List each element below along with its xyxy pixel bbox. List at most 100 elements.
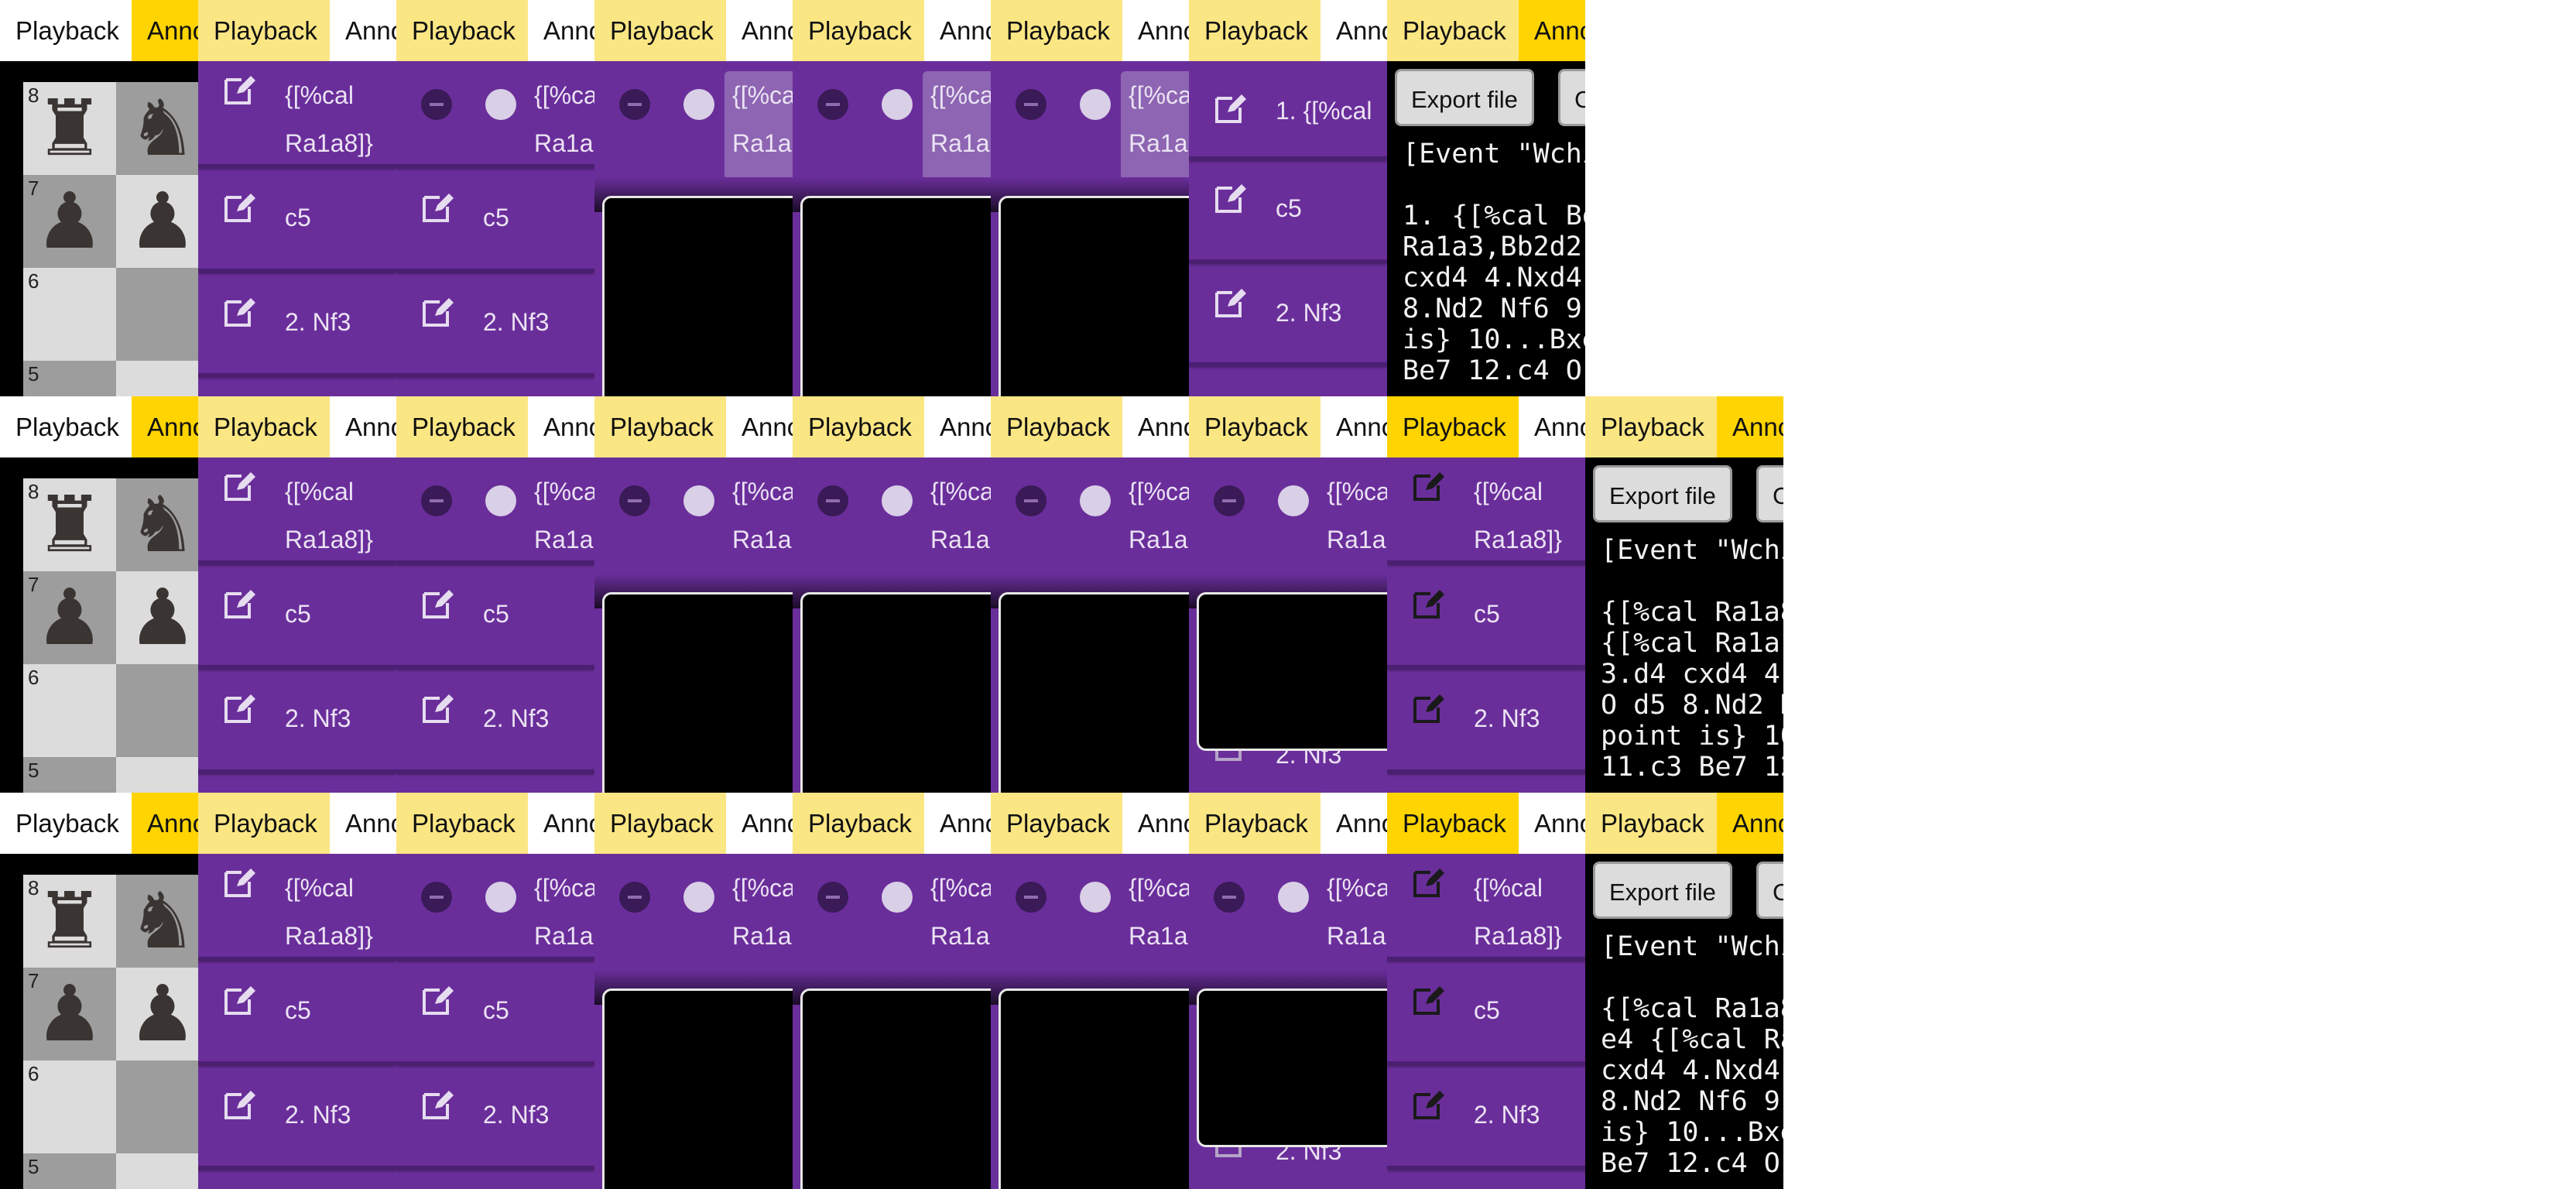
- move-row[interactable]: 2. Nf3: [396, 1065, 594, 1166]
- move-row[interactable]: 1. {[%cal: [1189, 61, 1387, 156]
- tab-playback[interactable]: Playback: [991, 0, 1122, 61]
- tab-annotate[interactable]: Annotate: [132, 0, 198, 61]
- tab-annotate[interactable]: Annotate: [924, 0, 991, 61]
- board-square[interactable]: [116, 1061, 198, 1153]
- arrow-dialog[interactable]: [800, 196, 991, 396]
- move-row[interactable]: 2. Nf3: [396, 272, 594, 373]
- chess-piece-rook[interactable]: ♜: [23, 82, 116, 175]
- tab-playback[interactable]: Playback: [1387, 793, 1519, 854]
- edit-icon[interactable]: [221, 190, 257, 225]
- tab-annotate[interactable]: Annotate: [1122, 396, 1189, 457]
- tab-annotate[interactable]: Annotate: [1122, 0, 1189, 61]
- tab-annotate[interactable]: Annotate: [132, 793, 198, 854]
- circle-icon[interactable]: [1278, 485, 1309, 516]
- move-row[interactable]: c5: [396, 564, 594, 665]
- tab-playback[interactable]: Playback: [0, 0, 132, 61]
- tab-playback[interactable]: Playback: [991, 396, 1122, 457]
- copy-button[interactable]: C: [1756, 465, 1783, 523]
- tab-annotate[interactable]: Annotate: [1519, 793, 1585, 854]
- tab-annotate[interactable]: Annotate: [1122, 793, 1189, 854]
- tab-playback[interactable]: Playback: [198, 396, 330, 457]
- tab-annotate[interactable]: Annotate: [1321, 396, 1387, 457]
- export-file-button[interactable]: Export file: [1395, 69, 1534, 126]
- board-square[interactable]: ♟: [116, 968, 198, 1061]
- circle-icon[interactable]: [683, 89, 714, 120]
- tab-playback[interactable]: Playback: [396, 793, 528, 854]
- tab-annotate[interactable]: Annotate: [924, 793, 991, 854]
- circle-icon[interactable]: [485, 89, 516, 120]
- remove-arrow-icon[interactable]: [421, 882, 452, 913]
- tab-annotate[interactable]: Annotate: [726, 793, 793, 854]
- tab-playback[interactable]: Playback: [991, 793, 1122, 854]
- board-square[interactable]: ♞: [116, 875, 198, 968]
- chess-piece-pawn[interactable]: ♟: [116, 571, 198, 664]
- remove-arrow-icon[interactable]: [1016, 485, 1046, 516]
- circle-icon[interactable]: [1080, 89, 1111, 120]
- move-row[interactable]: 2. Nf3: [198, 1065, 396, 1166]
- chess-piece-rook[interactable]: ♜: [23, 875, 116, 968]
- arrow-dialog[interactable]: [800, 592, 991, 793]
- remove-arrow-icon[interactable]: [1214, 882, 1245, 913]
- circle-icon[interactable]: [485, 485, 516, 516]
- move-row[interactable]: c5: [396, 961, 594, 1061]
- move-row[interactable]: c5: [396, 168, 594, 269]
- board-square[interactable]: 8 ♜: [23, 478, 116, 571]
- circle-icon[interactable]: [1278, 882, 1309, 913]
- tab-annotate[interactable]: Annotate: [528, 793, 594, 854]
- remove-arrow-icon[interactable]: [619, 485, 650, 516]
- move-row[interactable]: {[%cal Ra1a8]}: [198, 457, 396, 560]
- circle-icon[interactable]: [1080, 485, 1111, 516]
- tab-playback[interactable]: Playback: [793, 0, 924, 61]
- edit-icon[interactable]: [420, 586, 455, 622]
- board-square[interactable]: [116, 664, 198, 757]
- tab-playback[interactable]: Playback: [1387, 0, 1519, 61]
- remove-arrow-icon[interactable]: [619, 882, 650, 913]
- chess-piece-pawn[interactable]: ♟: [116, 968, 198, 1061]
- remove-arrow-icon[interactable]: [421, 485, 452, 516]
- board-square[interactable]: ♞: [116, 82, 198, 175]
- tab-playback[interactable]: Playback: [1585, 396, 1717, 457]
- edit-icon[interactable]: [221, 72, 257, 108]
- arrow-dialog[interactable]: [999, 989, 1189, 1189]
- board-square[interactable]: [116, 1153, 198, 1189]
- arrow-dialog[interactable]: [1197, 592, 1387, 751]
- move-row[interactable]: c5: [1189, 160, 1387, 259]
- tab-annotate[interactable]: Annotate: [924, 396, 991, 457]
- move-row[interactable]: 2. Nf3: [198, 669, 396, 769]
- edit-icon[interactable]: [221, 586, 257, 622]
- board-square[interactable]: [116, 757, 198, 793]
- arrow-dialog[interactable]: [602, 592, 793, 793]
- move-row[interactable]: c5: [198, 961, 396, 1061]
- move-row[interactable]: {[%cal Ra1a8]}: [198, 854, 396, 957]
- arrow-dialog[interactable]: [602, 196, 793, 396]
- move-row[interactable]: c5: [1387, 961, 1585, 1061]
- export-file-button[interactable]: Export file: [1593, 465, 1732, 523]
- board-square[interactable]: 8 ♜: [23, 82, 116, 175]
- move-row[interactable]: {[%cal Ra1a8]}: [198, 61, 396, 164]
- tab-playback[interactable]: Playback: [594, 396, 726, 457]
- tab-annotate[interactable]: Annotate: [1717, 396, 1783, 457]
- tab-playback[interactable]: Playback: [1189, 396, 1321, 457]
- move-row[interactable]: 2. Nf3: [396, 669, 594, 769]
- tab-annotate[interactable]: Annotate: [528, 0, 594, 61]
- edit-icon[interactable]: [221, 1087, 257, 1122]
- board-square[interactable]: 8 ♜: [23, 875, 116, 968]
- move-row[interactable]: 2. Nf3: [1387, 1065, 1585, 1166]
- chess-piece-pawn[interactable]: ♟: [23, 175, 116, 268]
- circle-icon[interactable]: [882, 485, 913, 516]
- arrow-dialog[interactable]: [999, 592, 1189, 793]
- edit-icon[interactable]: [1410, 982, 1446, 1018]
- circle-icon[interactable]: [882, 882, 913, 913]
- board-square[interactable]: 5: [23, 361, 116, 396]
- edit-icon[interactable]: [1410, 468, 1446, 504]
- chess-piece-pawn[interactable]: ♟: [23, 968, 116, 1061]
- board-square[interactable]: [116, 268, 198, 361]
- edit-icon[interactable]: [420, 190, 455, 225]
- tab-playback[interactable]: Playback: [594, 793, 726, 854]
- export-file-button[interactable]: Export file: [1593, 862, 1732, 919]
- copy-button[interactable]: C: [1558, 69, 1585, 126]
- board-square[interactable]: 6: [23, 664, 116, 757]
- chess-piece-knight[interactable]: ♞: [116, 478, 198, 571]
- tab-annotate[interactable]: Annotate: [1519, 396, 1585, 457]
- board-square[interactable]: ♟: [116, 571, 198, 664]
